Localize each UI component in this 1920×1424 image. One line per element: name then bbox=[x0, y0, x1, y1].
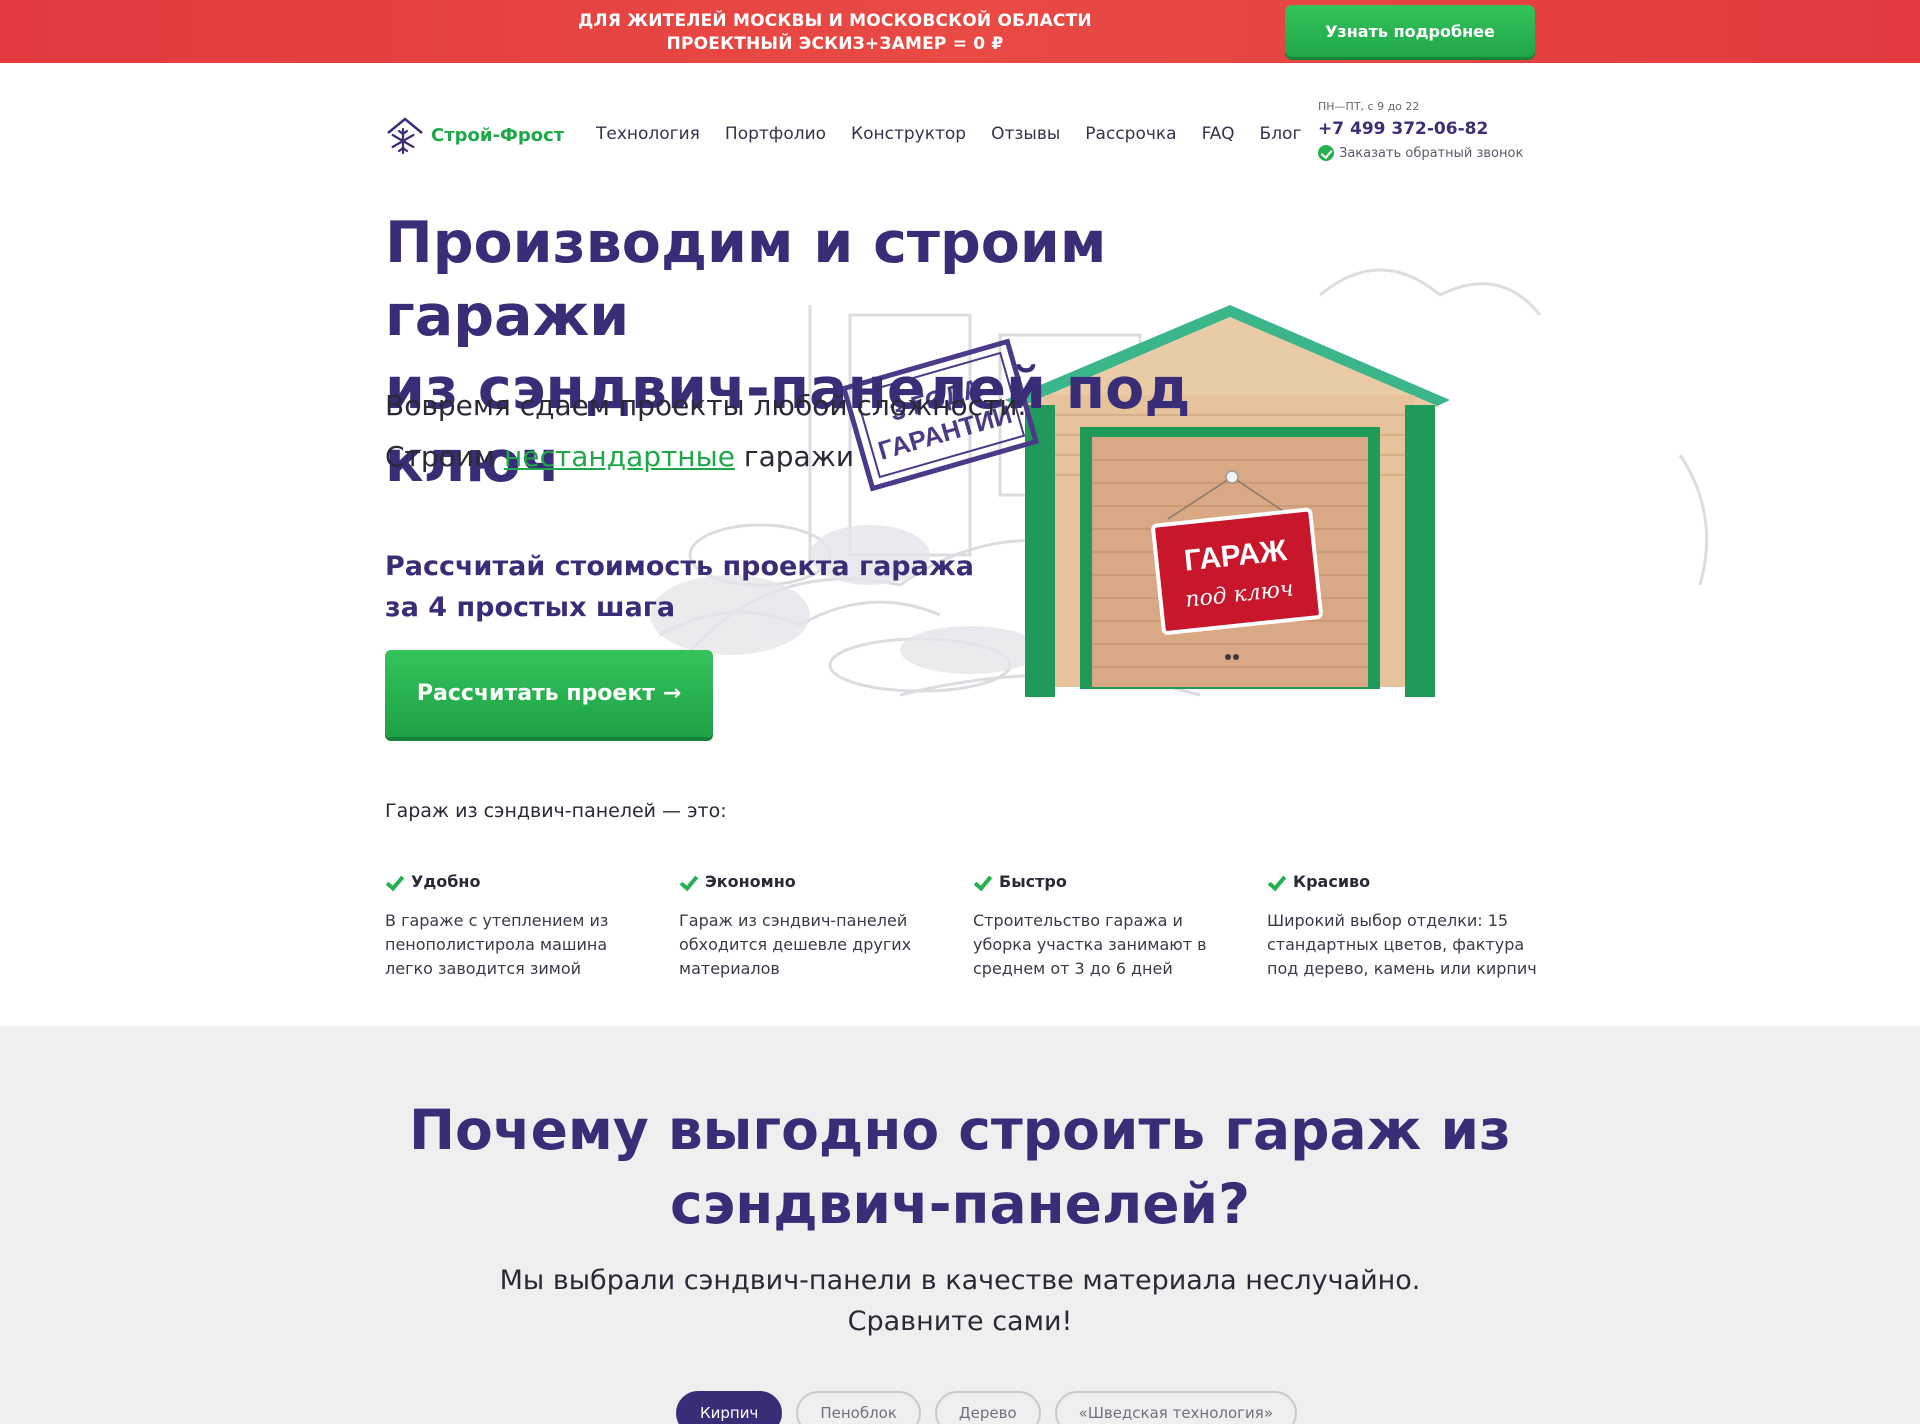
nav-item-reviews[interactable]: Отзывы bbox=[991, 124, 1060, 144]
contacts: ПН—ПТ, с 9 до 22 +7 499 372-06-82 Заказа… bbox=[1318, 100, 1523, 161]
why-title-line-1: Почему выгодно строить гараж из bbox=[409, 1098, 1511, 1162]
why-subtitle: Мы выбрали сэндвич-панели в качестве мат… bbox=[0, 1260, 1920, 1342]
hero-subtitle-line-1: Вовремя сдаем проекты любой сложности. bbox=[385, 389, 1027, 422]
features-intro: Гараж из сэндвич-панелей — это: bbox=[385, 800, 727, 822]
promo-bar: ДЛЯ ЖИТЕЛЕЙ МОСКВЫ И МОСКОВСКОЙ ОБЛАСТИ … bbox=[0, 0, 1920, 63]
phone-link[interactable]: +7 499 372-06-82 bbox=[1318, 119, 1523, 139]
feature-item: Удобно В гараже с утеплением из пенополи… bbox=[385, 872, 679, 981]
tab-brick[interactable]: Кирпич bbox=[676, 1391, 783, 1424]
hero-subtitle-suffix: гаражи bbox=[743, 440, 855, 473]
nav-item-faq[interactable]: FAQ bbox=[1202, 124, 1235, 144]
phone-icon bbox=[1318, 145, 1334, 161]
feature-item: Экономно Гараж из сэндвич-панелей обходи… bbox=[679, 872, 973, 981]
checkmark-icon bbox=[973, 874, 991, 890]
nav-item-blog[interactable]: Блог bbox=[1260, 124, 1302, 144]
callback-label: Заказать обратный звонок bbox=[1339, 145, 1524, 161]
hero-subtitle-prefix: Строим bbox=[385, 440, 496, 473]
calc-heading-line-1: Рассчитай стоимость проекта гаража bbox=[385, 551, 974, 582]
logo[interactable]: Строй-Фрост bbox=[385, 115, 564, 155]
feature-text: Строительство гаража и уборка участка за… bbox=[973, 911, 1207, 978]
feature-title: Удобно bbox=[411, 872, 481, 891]
callback-link[interactable]: Заказать обратный звонок bbox=[1318, 145, 1523, 161]
nonstandard-link[interactable]: нестандартные bbox=[504, 440, 735, 473]
calculate-project-button[interactable]: Рассчитать проект → bbox=[385, 650, 713, 737]
feature-title: Быстро bbox=[999, 872, 1067, 891]
logo-text: Строй-Фрост bbox=[431, 124, 565, 146]
nav-item-installment[interactable]: Рассрочка bbox=[1085, 124, 1176, 144]
calc-heading-line-2: за 4 простых шага bbox=[385, 592, 676, 623]
feature-title: Красиво bbox=[1293, 872, 1371, 891]
checkmark-icon bbox=[1267, 874, 1285, 890]
feature-item: Быстро Строительство гаража и уборка уча… bbox=[973, 872, 1267, 981]
checkmark-icon bbox=[385, 874, 403, 890]
tab-foam-block[interactable]: Пеноблок bbox=[796, 1391, 921, 1424]
hero-subtitle: Вовремя сдаем проекты любой сложности. С… bbox=[385, 380, 1026, 482]
working-hours: ПН—ПТ, с 9 до 22 bbox=[1318, 100, 1420, 113]
promo-line-1: ДЛЯ ЖИТЕЛЕЙ МОСКВЫ И МОСКОВСКОЙ ОБЛАСТИ bbox=[578, 11, 1092, 31]
learn-more-button[interactable]: Узнать подробнее bbox=[1285, 5, 1535, 57]
snowflake-house-icon bbox=[387, 117, 423, 155]
nav-item-technology[interactable]: Технология bbox=[596, 124, 700, 144]
promo-text: ДЛЯ ЖИТЕЛЕЙ МОСКВЫ И МОСКОВСКОЙ ОБЛАСТИ … bbox=[560, 10, 1110, 56]
calc-heading: Рассчитай стоимость проекта гаража за 4 … bbox=[385, 546, 974, 628]
main-nav: Технология Портфолио Конструктор Отзывы … bbox=[596, 124, 1301, 144]
feature-text: Гараж из сэндвич-панелей обходится дешев… bbox=[679, 911, 912, 978]
promo-line-2: ПРОЕКТНЫЙ ЭСКИЗ+ЗАМЕР = 0 ₽ bbox=[666, 34, 1004, 54]
tab-wood[interactable]: Дерево bbox=[934, 1391, 1041, 1424]
why-title-line-2: сэндвич-панелей? bbox=[670, 1172, 1250, 1236]
features-list: Удобно В гараже с утеплением из пенополи… bbox=[385, 872, 1561, 981]
feature-item: Красиво Широкий выбор отделки: 15 станда… bbox=[1267, 872, 1561, 981]
why-subtitle-line-1: Мы выбрали сэндвич-панели в качестве мат… bbox=[499, 1265, 1421, 1296]
nav-item-portfolio[interactable]: Портфолио bbox=[725, 124, 826, 144]
why-subtitle-line-2: Сравните сами! bbox=[847, 1306, 1073, 1337]
tab-swedish-technology[interactable]: «Шведская технология» bbox=[1054, 1391, 1298, 1424]
feature-text: Широкий выбор отделки: 15 стандартных цв… bbox=[1267, 911, 1537, 978]
why-title: Почему выгодно строить гараж из сэндвич-… bbox=[0, 1093, 1920, 1241]
feature-title: Экономно bbox=[705, 872, 796, 891]
nav-item-constructor[interactable]: Конструктор bbox=[851, 124, 966, 144]
checkmark-icon bbox=[679, 874, 697, 890]
material-tabs: Кирпич Пеноблок Дерево «Шведская техноло… bbox=[676, 1391, 1298, 1424]
hero-title-line-1: Производим и строим гаражи bbox=[385, 210, 1107, 349]
feature-text: В гараже с утеплением из пенополистирола… bbox=[385, 911, 609, 978]
